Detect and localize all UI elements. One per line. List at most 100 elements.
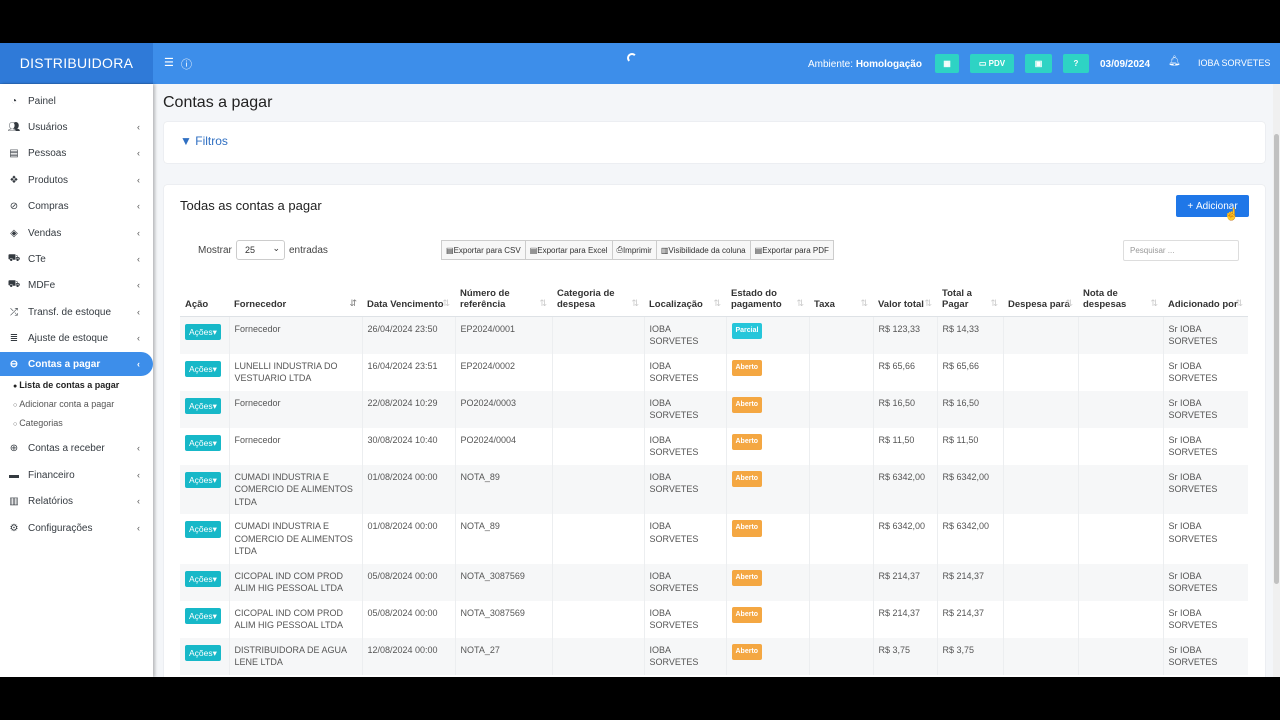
sidebar-item-transf-de-estoque[interactable]: ⤮ Transf. de estoque ‹ — [0, 300, 153, 324]
cell-text: EP2024/0002 — [460, 360, 516, 371]
user-menu[interactable]: IOBA SORVETES — [1198, 58, 1270, 68]
sidebar-item-relat-rios[interactable]: ▥ Relatórios ‹ — [0, 489, 153, 513]
column-header[interactable]: Despesa para ⇅ — [1003, 277, 1078, 317]
export-button-4[interactable]: ▤ Exportar para PDF — [749, 240, 834, 260]
sidebar-item-compras[interactable]: ⊘ Compras ‹ — [0, 194, 153, 218]
column-header: Ação — [180, 277, 229, 317]
export-button-2[interactable]: ⎙ Imprimir — [611, 240, 657, 260]
sidebar-item-label: Ajuste de estoque — [28, 332, 109, 344]
column-header-label: Data Vencimento — [367, 298, 444, 310]
column-header[interactable]: Nota de despesas ⇅ — [1078, 277, 1163, 317]
sidebar-item-configura-es[interactable]: ⚙ Configurações ‹ — [0, 516, 153, 540]
export-button-0[interactable]: ▤ Exportar para CSV — [441, 240, 526, 260]
actions-label: Ações — [189, 524, 213, 534]
sidebar-item-produtos[interactable]: ❖ Produtos ‹ — [0, 168, 153, 192]
sort-icon: ⇵ — [349, 297, 357, 308]
export-button-3[interactable]: ▥ Visibilidade da coluna — [655, 240, 751, 260]
cell-categoria — [551, 390, 644, 428]
sidebar-item-financeiro[interactable]: ▬ Financeiro ‹ — [0, 463, 153, 487]
sidebar-item-ajuste-de-estoque[interactable]: ≣ Ajuste de estoque ‹ — [0, 326, 153, 350]
cell-local: IOBA SORVETES — [643, 600, 726, 638]
scrollbar-thumb[interactable] — [1274, 134, 1279, 584]
search-input[interactable] — [1123, 240, 1239, 261]
sidebar-item-contas-a-pagar[interactable]: ⊖ Contas a pagar ‹ — [0, 352, 153, 376]
page-length-select[interactable]: 25 ⌄ — [236, 240, 285, 260]
column-header[interactable]: Taxa ⇅ — [809, 277, 873, 317]
chevron-left-icon: ‹ — [137, 175, 140, 185]
cell-text: Sr IOBA SORVETES — [1168, 570, 1218, 594]
cell-ref: NOTA_3087569 — [454, 563, 552, 601]
pdv-button[interactable]: ▭ PDV — [970, 54, 1014, 73]
actions-dropdown-button[interactable]: Ações▾ — [185, 471, 221, 488]
column-header[interactable]: Data Vencimento ⇅ — [362, 277, 455, 317]
caret-down-icon: ▾ — [212, 437, 217, 448]
sidebar-item-painel[interactable]: ◔ Painel — [0, 89, 153, 113]
cell-despesa — [1002, 464, 1078, 514]
sidebar-subitem-lista-de-contas-a-pagar[interactable]: ● Lista de contas a pagar — [13, 380, 119, 390]
cell-text: IOBA SORVETES — [649, 570, 699, 594]
column-header[interactable]: Estado do pagamento ⇅ — [726, 277, 809, 317]
column-header[interactable]: Valor total ⇅ — [873, 277, 937, 317]
export-button-1[interactable]: ▤ Exportar para Excel — [524, 240, 613, 260]
filters-toggle[interactable]: ▼ Filtros — [180, 134, 228, 148]
sidebar-item-label: Contas a pagar — [28, 358, 101, 370]
action-cell: Ações▾ — [180, 601, 229, 638]
bell-icon[interactable]: 🔔︎ — [1168, 56, 1181, 67]
plus-circle-icon: ⊕ — [9, 442, 19, 454]
help-button[interactable]: ? — [1063, 54, 1089, 73]
sidebar-subitem-categorias[interactable]: ○ Categorias — [13, 418, 63, 428]
sidebar-subitem-adicionar-conta-a-pagar[interactable]: ○ Adicionar conta a pagar — [13, 399, 114, 409]
cell-text: Fornecedor — [234, 434, 281, 445]
actions-dropdown-button[interactable]: Ações▾ — [185, 521, 221, 538]
actions-dropdown-button[interactable]: Ações▾ — [185, 360, 221, 377]
column-header-label: Nota de despesas — [1083, 287, 1127, 310]
export-button-label: Exportar para CSV — [453, 245, 521, 255]
card-title: Todas as contas a pagar — [180, 198, 322, 213]
actions-dropdown-button[interactable]: Ações▾ — [185, 397, 221, 414]
cash-button[interactable]: ▣ — [1025, 54, 1052, 73]
sidebar-item-pessoas[interactable]: ▤ Pessoas ‹ — [0, 141, 153, 165]
column-header[interactable]: Fornecedor ⇵ — [229, 277, 362, 317]
cell-valor: R$ 6342,00 — [872, 514, 937, 564]
calculator-button[interactable]: ▦ — [935, 54, 959, 73]
page-scrollbar[interactable] — [1273, 84, 1280, 677]
cell-ref: NOTA_3087569 — [454, 600, 552, 638]
table-row: Ações▾ CICOPAL IND COM PROD ALIM HIG PESS… — [180, 563, 1248, 601]
cell-taxa — [808, 514, 873, 564]
cell-fornecedor: Fornecedor — [228, 390, 362, 428]
sidebar-item-cte[interactable]: ⛟ CTe ‹ — [0, 247, 153, 271]
info-icon[interactable]: ⓘ — [181, 56, 192, 72]
status-badge: Aberto — [731, 569, 763, 586]
menu-toggle-icon[interactable]: ☰ — [164, 56, 174, 69]
status-badge: Aberto — [731, 606, 763, 623]
chevron-left-icon: ‹ — [137, 201, 140, 211]
status-badge: Aberto — [731, 433, 763, 450]
column-header[interactable]: Número de referência ⇅ — [455, 277, 552, 317]
sort-icon: ⇅ — [1150, 297, 1158, 308]
table-row: Ações▾ Fornecedor 30/08/2024 10:40 PO2024/0… — [180, 427, 1248, 465]
sidebar-item-usu-rios[interactable]: 👥︎ Usuários ‹ — [0, 115, 153, 139]
cell-local: IOBA SORVETES — [643, 464, 726, 514]
sidebar-item-vendas[interactable]: ◈ Vendas ‹ — [0, 221, 153, 245]
cell-despesa — [1002, 637, 1078, 675]
actions-dropdown-button[interactable]: Ações▾ — [185, 323, 221, 340]
cell-taxa — [808, 353, 873, 391]
column-header[interactable]: Localização ⇅ — [644, 277, 726, 317]
sidebar-item-mdfe[interactable]: ⛟ MDFe ‹ — [0, 273, 153, 297]
actions-dropdown-button[interactable]: Ações▾ — [185, 434, 221, 451]
brand-logo[interactable]: DISTRIBUIDORA — [0, 43, 153, 84]
actions-dropdown-button[interactable]: Ações▾ — [185, 644, 221, 661]
caret-down-icon: ▾ — [212, 363, 217, 374]
column-header[interactable]: Total a Pagar ⇅ — [937, 277, 1003, 317]
sidebar-item-contas-a-receber[interactable]: ⊕ Contas a receber ‹ — [0, 436, 153, 460]
export-button-label: Exportar para Excel — [537, 245, 608, 255]
cell-text: CUMADI INDUSTRIA E COMERCIO DE ALIMENTOS… — [234, 471, 353, 507]
chevron-left-icon: ‹ — [137, 359, 140, 369]
column-header[interactable]: Adicionado por ⇅ — [1163, 277, 1248, 317]
cell-status: Aberto — [725, 427, 809, 465]
column-header[interactable]: Categoria de despesa ⇅ — [552, 277, 644, 317]
actions-dropdown-button[interactable]: Ações▾ — [185, 570, 221, 587]
cell-text: R$ 65,66 — [878, 360, 916, 371]
actions-dropdown-button[interactable]: Ações▾ — [185, 607, 221, 624]
cell-text: R$ 123,33 — [878, 323, 921, 334]
